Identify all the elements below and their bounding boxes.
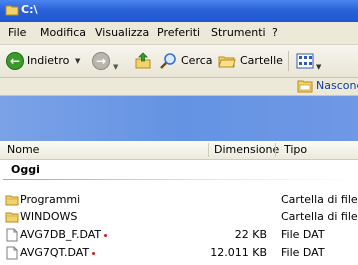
views-button[interactable]: ▼ [296, 51, 324, 71]
file-icon [5, 246, 19, 265]
group-rule [3, 179, 358, 180]
file-type: Cartella di file [281, 210, 358, 223]
views-icon [296, 53, 314, 69]
title-bar[interactable]: C:\ [0, 0, 358, 22]
file-type: File DAT [281, 228, 325, 241]
folders-label: Cartelle [240, 54, 283, 67]
search-label: Cerca [181, 54, 213, 67]
window-title: C:\ [21, 3, 38, 16]
menu-modifica[interactable]: Modifica [40, 26, 86, 40]
folders-icon [218, 56, 236, 68]
forward-button[interactable]: → ▼ [92, 51, 120, 71]
list-item[interactable]: AVG7DB_F.DAT 22 KB File DAT [0, 227, 358, 243]
menu-preferiti[interactable]: Preferiti [157, 26, 200, 40]
up-folder-button[interactable] [133, 51, 153, 71]
column-name[interactable]: Nome [7, 141, 39, 159]
column-size[interactable]: Dimensione [214, 141, 279, 159]
toolbar: ← Indietro ▼ → ▼ Cerca Cartelle ▼ [0, 45, 358, 78]
menu-help[interactable]: ? [272, 26, 278, 40]
up-folder-icon [135, 52, 151, 69]
menu-file[interactable]: File [8, 26, 26, 40]
back-label: Indietro [27, 54, 70, 67]
file-name: AVG7DB_F.DAT [20, 227, 108, 243]
forward-arrow-icon: → [92, 52, 110, 70]
back-arrow-icon: ← [6, 52, 24, 70]
address-folder-icon [297, 79, 313, 96]
group-header[interactable]: Oggi [11, 163, 40, 176]
file-size: 12.011 KB [210, 246, 267, 259]
file-type: Cartella di file [281, 193, 358, 206]
folders-button[interactable]: Cartelle [218, 51, 283, 71]
red-dot-icon [104, 233, 108, 237]
file-name: WINDOWS [20, 210, 78, 223]
file-type: File DAT [281, 246, 325, 259]
menu-bar: File Modifica Visualizza Preferiti Strum… [0, 22, 358, 45]
column-header: Nome Dimensione Tipo [0, 141, 358, 160]
task-pane [0, 96, 358, 141]
column-divider[interactable] [208, 143, 209, 157]
search-button[interactable]: Cerca [160, 51, 213, 71]
back-button[interactable]: ← Indietro [4, 51, 82, 71]
forward-dropdown-icon: ▼ [113, 63, 119, 71]
red-dot-icon [92, 251, 96, 255]
list-item[interactable]: Programmi Cartella di file [0, 192, 358, 208]
back-dropdown-icon[interactable]: ▼ [75, 57, 80, 65]
file-list: Oggi Programmi Cartella di file WINDOWS … [0, 160, 358, 265]
file-name: Programmi [20, 193, 81, 206]
list-item[interactable]: WINDOWS Cartella di file [0, 209, 358, 225]
menu-visualizza[interactable]: Visualizza [95, 26, 149, 40]
column-type[interactable]: Tipo [284, 141, 307, 159]
menu-strumenti[interactable]: Strumenti [211, 26, 266, 40]
file-size: 22 KB [234, 228, 267, 241]
list-item[interactable]: AVG7QT.DAT 12.011 KB File DAT [0, 245, 358, 261]
toolbar-separator [288, 51, 289, 71]
views-dropdown-icon: ▼ [316, 63, 322, 71]
column-divider[interactable] [275, 143, 276, 157]
folder-icon [5, 3, 19, 20]
file-name: AVG7QT.DAT [20, 245, 96, 261]
hidden-files-link[interactable]: Nascond [316, 79, 358, 92]
search-icon [160, 53, 176, 69]
address-bar: Nascond [0, 78, 358, 96]
